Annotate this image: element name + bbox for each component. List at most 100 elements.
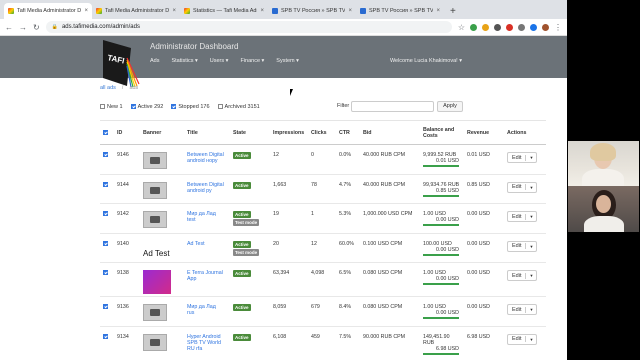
banner-thumbnail[interactable] bbox=[143, 270, 171, 294]
close-tab-icon[interactable]: × bbox=[172, 8, 176, 14]
close-tab-icon[interactable]: × bbox=[436, 8, 440, 14]
browser-tab[interactable]: SPB TV Россия » SPB TV Росс× bbox=[268, 3, 356, 19]
profile-avatar[interactable] bbox=[542, 23, 549, 31]
row-checkbox[interactable] bbox=[103, 211, 108, 217]
edit-button[interactable]: Edit ▼ bbox=[507, 304, 538, 315]
browser-tab[interactable]: Tafi Media Administrator Dashb× bbox=[92, 3, 180, 19]
banner-thumbnail[interactable] bbox=[143, 152, 167, 169]
col-bid[interactable]: Bid bbox=[360, 120, 420, 145]
ad-title-link[interactable]: test bbox=[187, 217, 227, 223]
col-impressions[interactable]: Impressions bbox=[270, 120, 308, 145]
banner-thumbnail[interactable] bbox=[143, 181, 167, 199]
browser-tab[interactable]: SPB TV Россия » SPB TV Росс× bbox=[356, 3, 444, 19]
apply-button[interactable]: Apply bbox=[437, 101, 463, 112]
select-all-header[interactable] bbox=[100, 120, 114, 145]
filter-stopped[interactable]: Stopped 176 bbox=[171, 104, 210, 110]
col-id[interactable]: ID bbox=[114, 120, 140, 145]
ad-title-link[interactable]: Between Digital bbox=[187, 182, 227, 188]
ad-title-link[interactable]: Ad Test bbox=[187, 241, 227, 247]
caret-down-icon[interactable]: ▼ bbox=[526, 214, 536, 219]
extension-icon[interactable] bbox=[518, 23, 525, 31]
caret-down-icon[interactable]: ▼ bbox=[526, 337, 536, 342]
filter-active-checkbox[interactable] bbox=[130, 104, 136, 110]
row-checkbox[interactable] bbox=[103, 333, 108, 339]
edit-label[interactable]: Edit bbox=[508, 336, 527, 342]
col-state[interactable]: State bbox=[230, 120, 270, 145]
row-checkbox[interactable] bbox=[103, 304, 108, 310]
ad-title-link[interactable]: android ру bbox=[187, 188, 227, 194]
edit-button[interactable]: Edit ▼ bbox=[507, 240, 538, 252]
browser-tab[interactable]: Tafi Media Administrator Dashb× bbox=[4, 3, 92, 19]
edit-label[interactable]: Edit bbox=[508, 306, 527, 313]
bookmark-star-icon[interactable]: ☆ bbox=[458, 23, 465, 32]
col-ctr[interactable]: CTR bbox=[336, 120, 360, 145]
ad-title-link[interactable]: App bbox=[187, 276, 227, 282]
edit-label[interactable]: Edit bbox=[508, 243, 527, 249]
nav-users[interactable]: Users ▾ bbox=[210, 58, 229, 64]
filter-active[interactable]: Active 292 bbox=[130, 104, 163, 110]
filter-input[interactable] bbox=[351, 101, 434, 112]
row-checkbox[interactable] bbox=[103, 181, 108, 187]
balance-bar bbox=[423, 352, 459, 355]
new-tab-icon[interactable]: + bbox=[444, 6, 462, 19]
caret-down-icon[interactable]: ▼ bbox=[526, 273, 536, 278]
col-clicks[interactable]: Clicks bbox=[308, 120, 336, 145]
row-checkbox[interactable] bbox=[103, 152, 108, 158]
reload-icon[interactable]: ↻ bbox=[33, 23, 40, 32]
edit-button[interactable]: Edit ▼ bbox=[507, 211, 538, 222]
filter-archived[interactable]: Archived 3151 bbox=[217, 104, 260, 110]
extension-icon[interactable] bbox=[506, 23, 513, 31]
banner-thumbnail[interactable] bbox=[143, 304, 167, 321]
extension-icon[interactable] bbox=[494, 23, 501, 31]
back-icon[interactable]: ← bbox=[5, 23, 13, 32]
forward-icon[interactable]: → bbox=[19, 23, 27, 32]
menu-icon[interactable]: ⋮ bbox=[554, 23, 562, 32]
caret-down-icon[interactable]: ▼ bbox=[526, 185, 536, 190]
user-menu[interactable]: Welcome Lucia Khakimova! ▾ bbox=[390, 58, 462, 64]
nav-statistics[interactable]: Statistics ▾ bbox=[171, 58, 197, 64]
clicks: 1 bbox=[308, 203, 336, 233]
browser-tab[interactable]: Statistics — Tafi Media Admin× bbox=[180, 3, 268, 19]
col-title[interactable]: Title bbox=[184, 120, 230, 145]
edit-label[interactable]: Edit bbox=[508, 213, 527, 220]
row-checkbox[interactable] bbox=[103, 270, 108, 276]
actions-cell: Edit ▼ bbox=[504, 173, 546, 204]
col-revenue[interactable]: Revenue bbox=[464, 120, 504, 145]
breadcrumb-root[interactable]: all ads bbox=[100, 85, 116, 91]
edit-label[interactable]: Edit bbox=[508, 184, 527, 190]
edit-label[interactable]: Edit bbox=[508, 272, 527, 279]
banner-thumbnail[interactable] bbox=[143, 211, 167, 228]
nav-ads[interactable]: Ads bbox=[150, 58, 159, 64]
ad-title-link[interactable]: android нору bbox=[187, 158, 227, 164]
caret-down-icon[interactable]: ▼ bbox=[526, 155, 536, 160]
video-tile-participant-1 bbox=[568, 141, 639, 187]
edit-label[interactable]: Edit bbox=[508, 154, 527, 161]
edit-button[interactable]: Edit ▼ bbox=[507, 270, 538, 281]
close-tab-icon[interactable]: × bbox=[84, 8, 88, 14]
ad-title-link[interactable]: rus bbox=[187, 310, 227, 316]
balance-bar bbox=[423, 253, 459, 256]
caret-down-icon[interactable]: ▼ bbox=[526, 307, 536, 312]
filter-new-checkbox[interactable] bbox=[100, 104, 105, 110]
edit-button[interactable]: Edit ▼ bbox=[507, 181, 538, 193]
nav-system[interactable]: System ▾ bbox=[276, 58, 299, 64]
filter-stopped-checkbox[interactable] bbox=[171, 104, 177, 110]
revenue: 0.01 USD bbox=[464, 144, 504, 174]
ad-title-link[interactable]: RU rfa bbox=[187, 346, 227, 352]
extension-icon[interactable] bbox=[530, 23, 537, 31]
nav-finance[interactable]: Finance ▾ bbox=[240, 58, 264, 64]
close-tab-icon[interactable]: × bbox=[260, 8, 264, 14]
edit-button[interactable]: Edit ▼ bbox=[507, 333, 538, 345]
extension-icon[interactable] bbox=[482, 23, 489, 31]
select-all-checkbox[interactable] bbox=[103, 129, 108, 135]
row-checkbox[interactable] bbox=[103, 240, 108, 246]
caret-down-icon[interactable]: ▼ bbox=[526, 244, 536, 249]
edit-button[interactable]: Edit ▼ bbox=[507, 152, 538, 163]
extension-icon[interactable] bbox=[470, 23, 477, 31]
filter-new[interactable]: New 1 bbox=[100, 104, 123, 110]
close-tab-icon[interactable]: × bbox=[348, 8, 352, 14]
banner-thumbnail[interactable] bbox=[143, 333, 167, 351]
revenue: 6.98 USD bbox=[464, 325, 504, 357]
url-field[interactable]: 🔒 ads.tafimedia.com/admin/ads bbox=[45, 21, 452, 33]
filter-archived-checkbox[interactable] bbox=[217, 104, 223, 110]
